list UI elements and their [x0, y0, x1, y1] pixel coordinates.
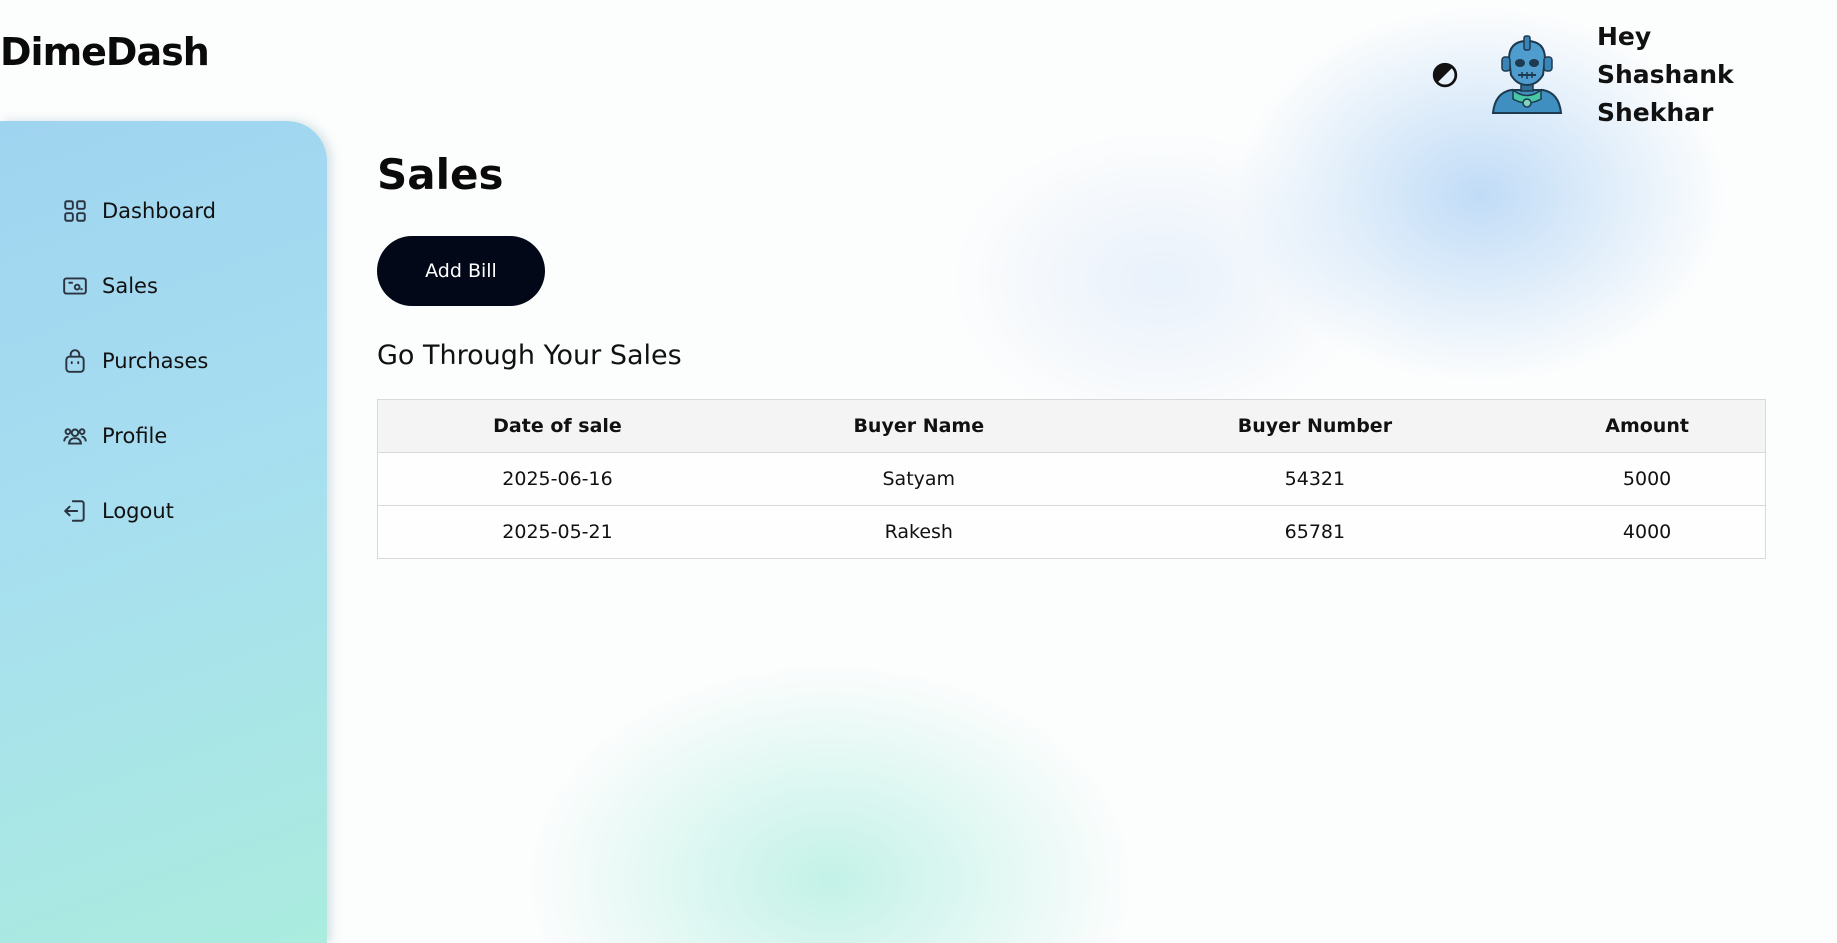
- users-icon: [63, 428, 87, 445]
- column-header-buyer-number: Buyer Number: [1100, 399, 1530, 453]
- sidebar-item-label: Logout: [102, 499, 174, 523]
- banknote-icon: [63, 277, 87, 295]
- sidebar-item-label: Profile: [102, 424, 168, 448]
- section-title: Go Through Your Sales: [377, 340, 682, 371]
- cell-date: 2025-05-21: [377, 505, 737, 559]
- add-bill-button[interactable]: Add Bill: [377, 236, 545, 306]
- column-header-date: Date of sale: [377, 399, 737, 453]
- avatar[interactable]: [1487, 35, 1567, 115]
- sidebar-item-profile[interactable]: Profile: [62, 421, 216, 451]
- column-header-amount: Amount: [1529, 399, 1766, 453]
- robot-avatar-icon: [1491, 35, 1563, 114]
- table-row[interactable]: 2025-06-16 Satyam 54321 5000: [377, 452, 1766, 506]
- sidebar: Dashboard Sales Purchases Profile Logout: [0, 121, 327, 943]
- cell-amount: 4000: [1529, 505, 1766, 559]
- sidebar-nav: Dashboard Sales Purchases Profile Logout: [62, 196, 216, 571]
- brand-logo[interactable]: DimeDash: [0, 30, 210, 74]
- cell-buyer-number: 54321: [1100, 452, 1530, 506]
- main-content: Sales Add Bill Go Through Your Sales Dat…: [377, 145, 1766, 559]
- table-row[interactable]: 2025-05-21 Rakesh 65781 4000: [377, 505, 1766, 559]
- sidebar-item-logout[interactable]: Logout: [62, 496, 216, 526]
- sidebar-item-dashboard[interactable]: Dashboard: [62, 196, 216, 226]
- shopping-bag-icon: [65, 349, 85, 373]
- logout-icon: [64, 500, 85, 522]
- sidebar-item-label: Dashboard: [102, 199, 216, 223]
- sidebar-item-label: Sales: [102, 274, 158, 298]
- cell-buyer-name: Rakesh: [736, 505, 1101, 559]
- sidebar-item-sales[interactable]: Sales: [62, 271, 216, 301]
- column-header-buyer-name: Buyer Name: [736, 399, 1101, 453]
- cell-buyer-number: 65781: [1100, 505, 1530, 559]
- sidebar-item-label: Purchases: [102, 349, 209, 373]
- grid-icon: [64, 200, 86, 222]
- contrast-icon: [1432, 62, 1458, 88]
- user-greeting: Hey Shashank Shekhar: [1597, 22, 1734, 127]
- sidebar-item-purchases[interactable]: Purchases: [62, 346, 216, 376]
- page-title: Sales: [377, 150, 504, 199]
- cell-date: 2025-06-16: [377, 452, 737, 506]
- sales-table: Date of sale Buyer Name Buyer Number Amo…: [377, 399, 1766, 559]
- cell-buyer-name: Satyam: [736, 452, 1101, 506]
- theme-toggle-button[interactable]: [1431, 61, 1459, 89]
- cell-amount: 5000: [1529, 452, 1766, 506]
- user-header: Hey Shashank Shekhar: [1431, 18, 1787, 132]
- table-header-row: Date of sale Buyer Name Buyer Number Amo…: [377, 399, 1766, 453]
